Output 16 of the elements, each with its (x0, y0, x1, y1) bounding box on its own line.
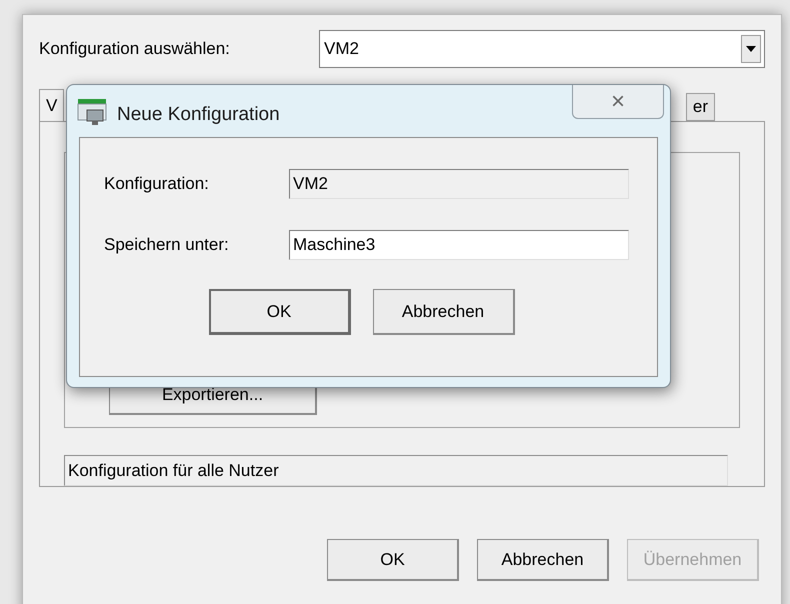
dialog-button[interactable]: OK (327, 539, 459, 581)
tab[interactable]: er (686, 93, 715, 121)
dialog-button[interactable]: Abbrechen (477, 539, 609, 581)
field-label: Konfiguration: (104, 173, 210, 196)
status-field: Konfiguration für alle Nutzer (64, 455, 728, 486)
tab[interactable]: V (39, 89, 64, 121)
field-label: Speichern unter: (104, 234, 230, 256)
config-dropdown[interactable]: VM2 (319, 30, 765, 68)
text-field[interactable]: Maschine3 (289, 230, 629, 260)
dialog-title: Neue Konfiguration (117, 103, 280, 127)
dialog-button[interactable]: OK (208, 289, 350, 335)
config-label: Konfiguration auswählen: (39, 38, 231, 60)
monitor-icon (77, 98, 107, 128)
text-field[interactable]: VM2 (289, 169, 629, 199)
close-button[interactable]: × (572, 85, 664, 119)
dialog-button[interactable]: Abbrechen (372, 289, 514, 335)
